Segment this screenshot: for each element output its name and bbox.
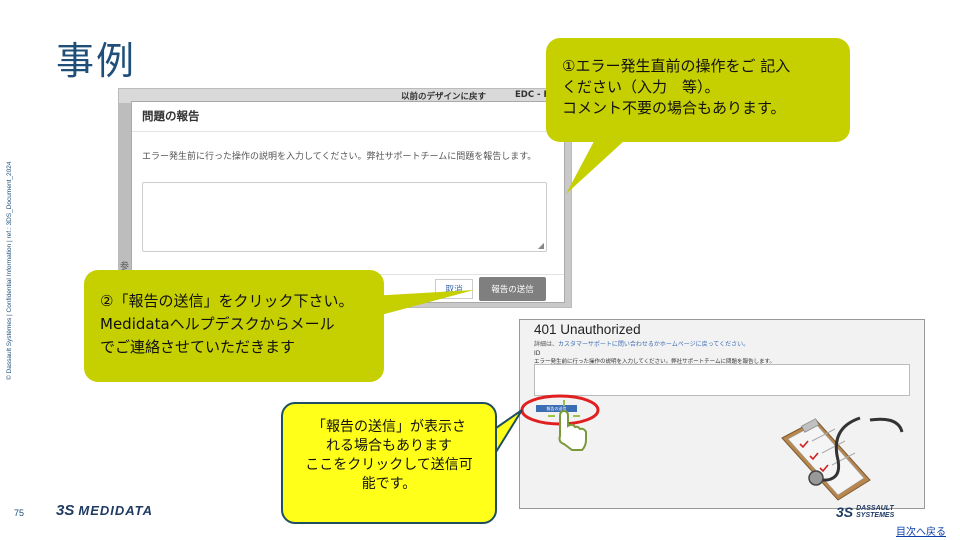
callout-click-send: ②「報告の送信」をクリック下さい。 Medidataヘルプデスクからメール でご… bbox=[84, 270, 384, 382]
callout-send-may-appear: 「報告の送信」が表示さ れる場合もあります ここをクリックして送信可 能です。 bbox=[281, 402, 497, 524]
clipboard-stethoscope-icon bbox=[781, 416, 904, 501]
unauthorized-page-screenshot: 401 Unauthorized 詳細は、カスタマーサポートに問い合わせるかホー… bbox=[519, 319, 925, 509]
resize-grip-icon[interactable]: ◢ bbox=[538, 241, 544, 250]
dassault-logo: 3S DASSAULT SYSTEMES bbox=[836, 504, 894, 520]
callout1-line: コメント不要の場合もあります。 bbox=[562, 99, 786, 117]
send-report-button[interactable]: 報告の送信 bbox=[479, 277, 546, 301]
callout-enter-description: ①エラー発生直前の操作をご 記入 ください（入力 等）。 コメント不要の場合もあ… bbox=[546, 38, 850, 142]
dialog-title: 問題の報告 bbox=[132, 102, 564, 132]
callout2-line: ②「報告の送信」をクリック下さい。 bbox=[100, 292, 354, 310]
callout2-line: でご連絡させていただきます bbox=[100, 338, 296, 356]
dialog-description: エラー発生前に行った操作の説明を入力してください。弊社サポートチームに問題を報告… bbox=[142, 152, 537, 162]
confidential-side-text: © Dassault Systèmes | Confidential Infor… bbox=[6, 161, 13, 380]
callout1-line: ①エラー発生直前の操作をご 記入 bbox=[562, 57, 791, 75]
back-to-toc-link[interactable]: 目次へ戻る bbox=[896, 523, 946, 538]
dassault-logo-text: DASSAULT SYSTEMES bbox=[856, 505, 894, 519]
dassault-logo-line1: DASSAULT bbox=[856, 505, 894, 512]
dassault-logo-line2: SYSTEMES bbox=[856, 512, 895, 519]
problem-description-textarea[interactable]: ◢ bbox=[142, 182, 547, 252]
dassault-logo-mark: 3S bbox=[836, 504, 854, 520]
cancel-button[interactable]: 取消 bbox=[435, 279, 473, 299]
callout2-line: Medidataヘルプデスクからメール bbox=[100, 315, 335, 333]
medidata-logo-mark: 3S bbox=[56, 502, 75, 519]
page-number: 75 bbox=[14, 508, 25, 518]
slide-title: 事例 bbox=[56, 39, 137, 83]
callout3-line: れる場合もあります bbox=[326, 438, 452, 454]
medidata-logo: 3S MEDIDATA bbox=[56, 502, 153, 519]
medidata-logo-text: MEDIDATA bbox=[78, 503, 154, 518]
annotation-layer bbox=[520, 394, 904, 501]
callout3-line: ここをクリックして送信可 bbox=[305, 457, 473, 473]
callout1-line: ください（入力 等）。 bbox=[562, 78, 720, 96]
callout3-line: 「報告の送信」が表示さ bbox=[312, 419, 466, 435]
callout3-line: 能です。 bbox=[361, 476, 417, 492]
edc-tab[interactable]: EDC - F bbox=[515, 90, 549, 100]
